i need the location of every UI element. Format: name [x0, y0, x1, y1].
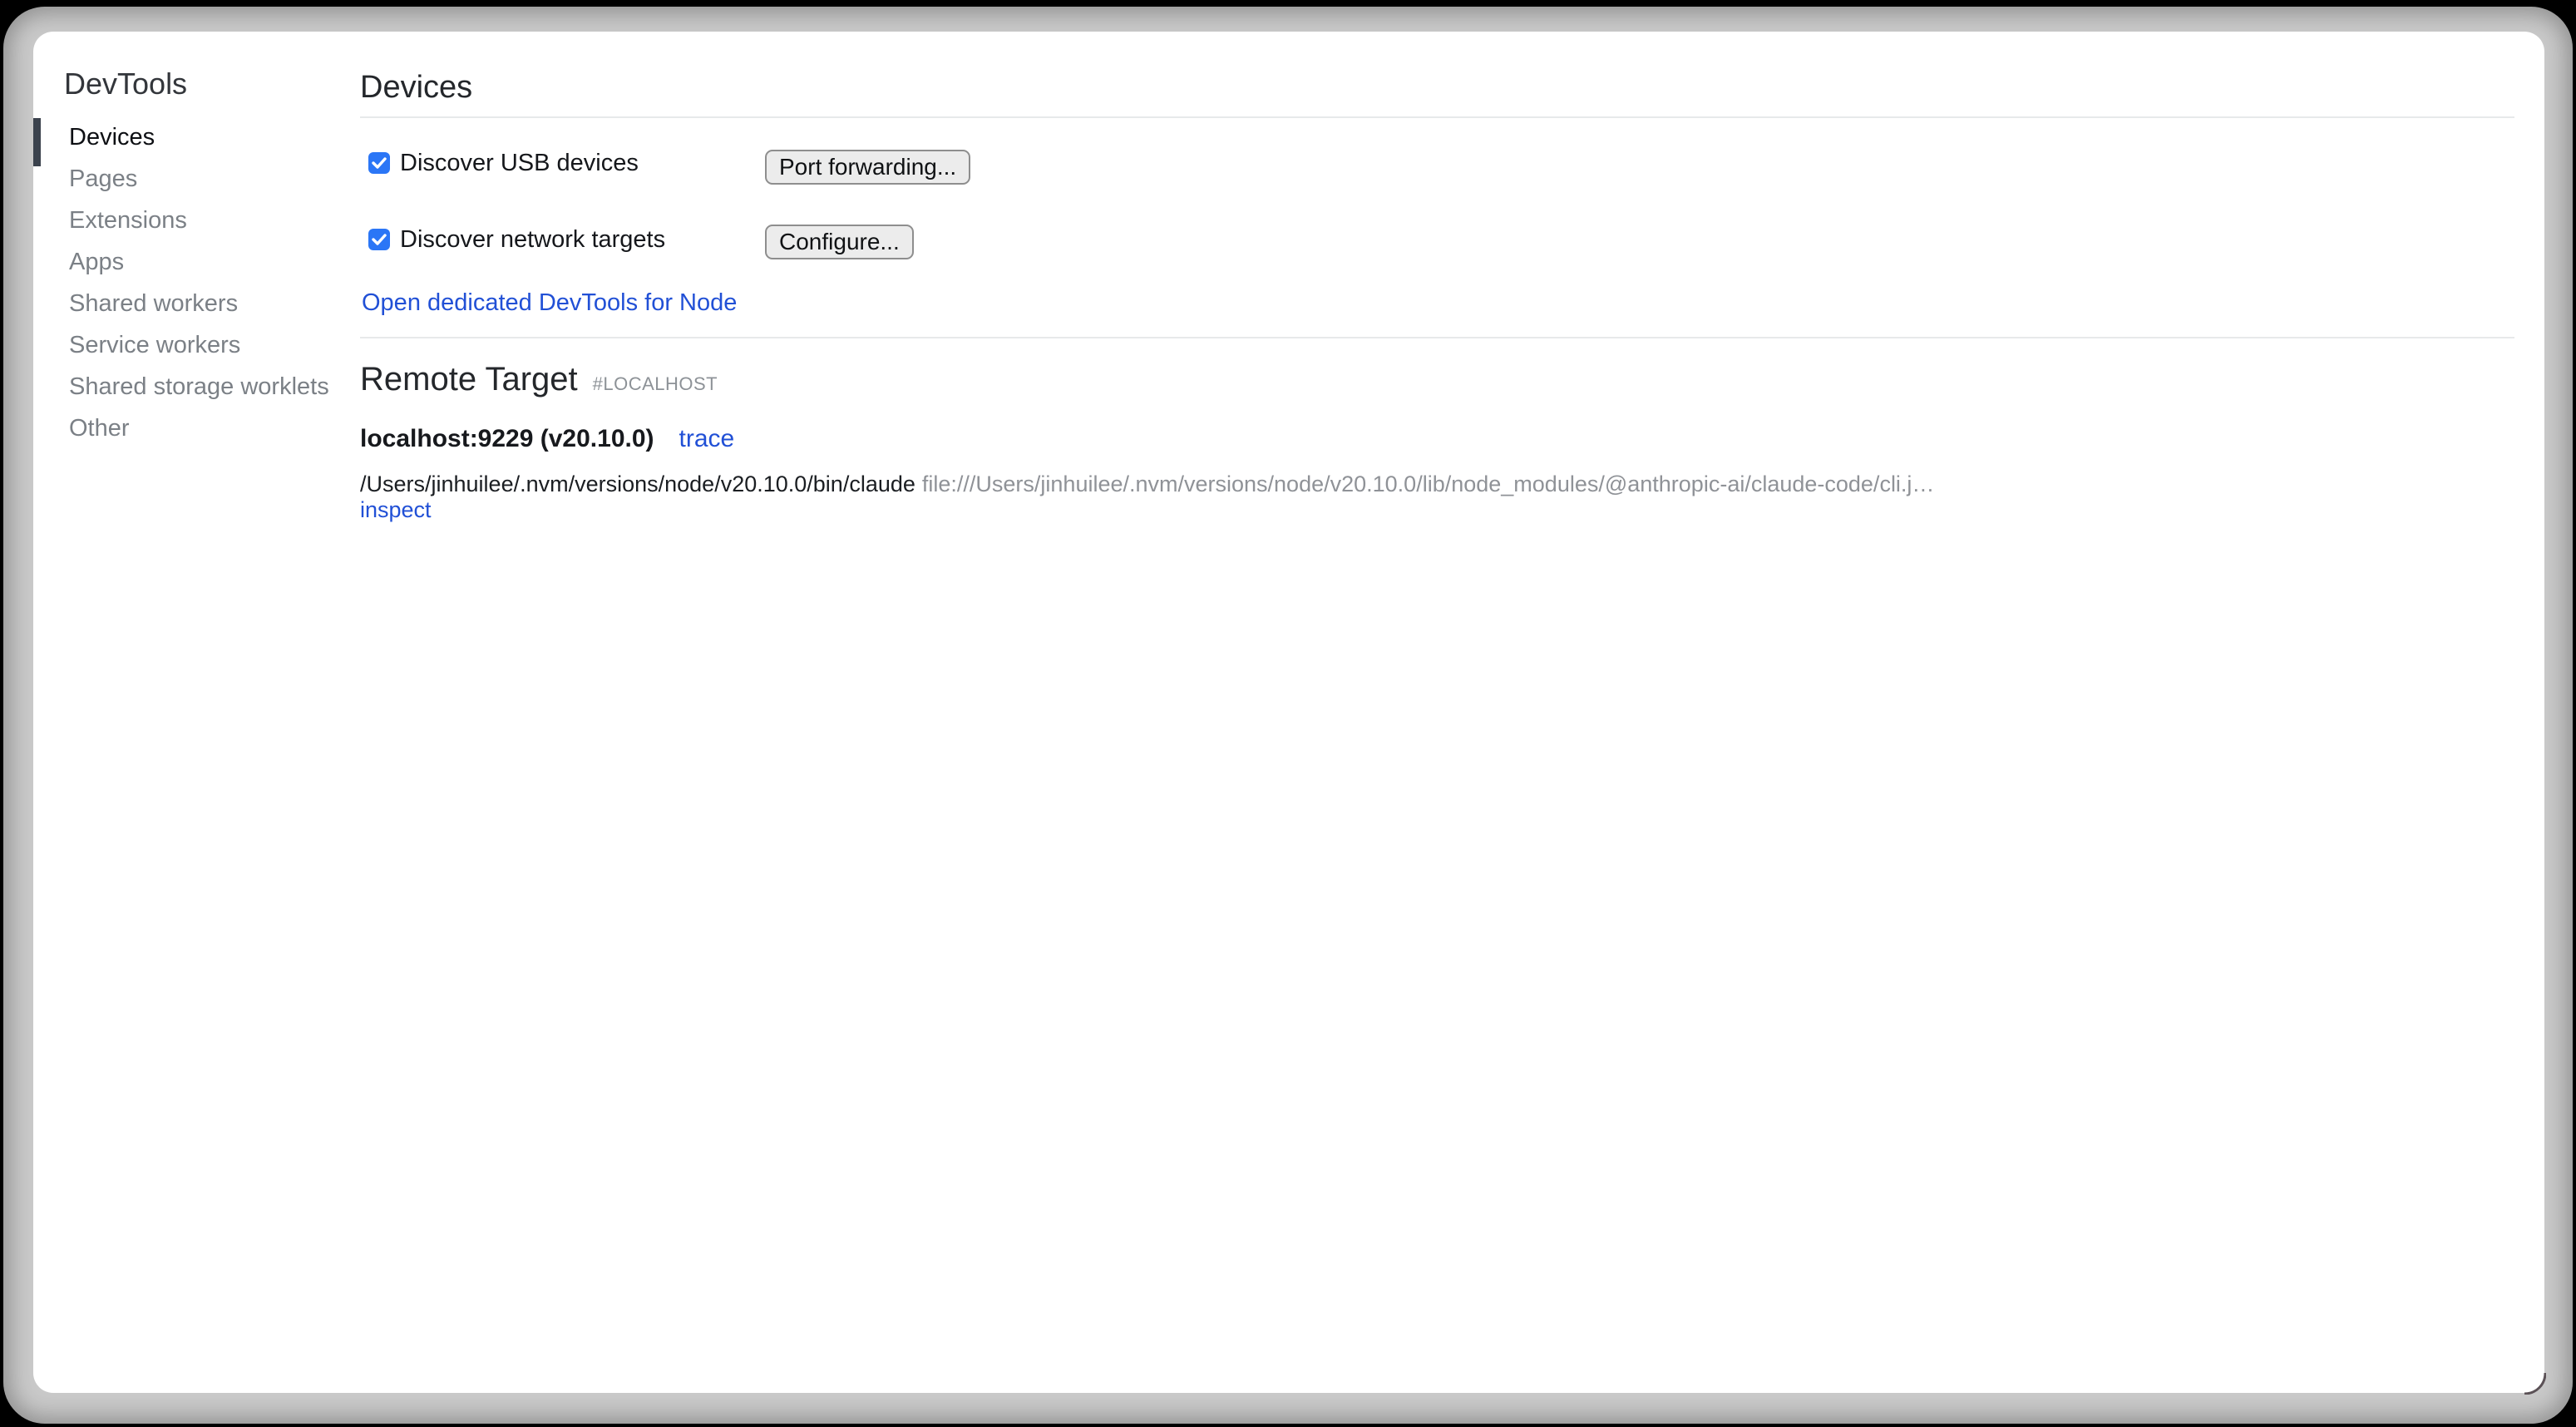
discover-usb-label: Discover USB devices — [400, 150, 639, 177]
divider — [360, 337, 2514, 338]
sidebar-item-label: Other — [69, 415, 130, 442]
process-path: /Users/jinhuilee/.nvm/versions/node/v20.… — [360, 472, 915, 496]
sidebar-item-extensions[interactable]: Extensions — [33, 200, 359, 241]
sidebar-item-label: Apps — [69, 249, 124, 275]
check-icon — [372, 157, 387, 169]
sidebar-item-label: Devices — [69, 124, 155, 151]
remote-target-header: Remote Target #LOCALHOST — [360, 359, 718, 399]
sidebar: DevTools Devices Pages Extensions Apps S… — [33, 32, 359, 1393]
target-name: localhost:9229 (v20.10.0) — [360, 424, 654, 454]
sidebar-item-label: Shared storage worklets — [69, 373, 329, 400]
sidebar-item-devices[interactable]: Devices — [33, 116, 359, 158]
sidebar-nav: Devices Pages Extensions Apps Shared wor… — [33, 116, 359, 449]
main-panel: Devices Discover USB devices Port forwar… — [360, 32, 2544, 1393]
discover-network-row: Discover network targets — [368, 229, 665, 250]
sidebar-item-shared-storage-worklets[interactable]: Shared storage worklets — [33, 366, 359, 407]
trace-link[interactable]: trace — [679, 424, 735, 454]
inspect-link[interactable]: inspect — [360, 497, 432, 522]
open-node-devtools-link[interactable]: Open dedicated DevTools for Node — [362, 288, 737, 318]
sidebar-item-shared-workers[interactable]: Shared workers — [33, 283, 359, 324]
port-forwarding-button[interactable]: Port forwarding... — [765, 150, 970, 185]
remote-target-tag: #LOCALHOST — [593, 373, 718, 395]
check-icon — [372, 234, 387, 245]
discover-usb-row: Discover USB devices — [368, 152, 639, 174]
sidebar-item-label: Service workers — [69, 332, 240, 358]
app-window: DevTools Devices Pages Extensions Apps S… — [3, 7, 2573, 1424]
sidebar-item-service-workers[interactable]: Service workers — [33, 324, 359, 366]
sidebar-item-label: Shared workers — [69, 290, 238, 317]
sidebar-title: DevTools — [64, 67, 187, 101]
divider — [360, 116, 2514, 118]
sidebar-item-apps[interactable]: Apps — [33, 241, 359, 283]
discover-usb-checkbox[interactable] — [368, 152, 390, 174]
sidebar-item-other[interactable]: Other — [33, 407, 359, 449]
sidebar-item-label: Extensions — [69, 207, 187, 234]
discover-network-label: Discover network targets — [400, 226, 665, 254]
module-url: file:///Users/jinhuilee/.nvm/versions/no… — [922, 472, 1935, 496]
target-row: localhost:9229 (v20.10.0) trace — [360, 424, 734, 454]
sidebar-item-pages[interactable]: Pages — [33, 158, 359, 200]
configure-button[interactable]: Configure... — [765, 225, 914, 259]
devtools-page: DevTools Devices Pages Extensions Apps S… — [33, 32, 2544, 1393]
remote-target-title: Remote Target — [360, 359, 578, 399]
target-details: /Users/jinhuilee/.nvm/versions/node/v20.… — [360, 472, 1934, 523]
page-title: Devices — [360, 69, 472, 106]
resize-grip-icon[interactable] — [2521, 1370, 2546, 1395]
sidebar-item-label: Pages — [69, 165, 137, 192]
target-path-line: /Users/jinhuilee/.nvm/versions/node/v20.… — [360, 472, 1934, 497]
discover-network-checkbox[interactable] — [368, 229, 390, 250]
